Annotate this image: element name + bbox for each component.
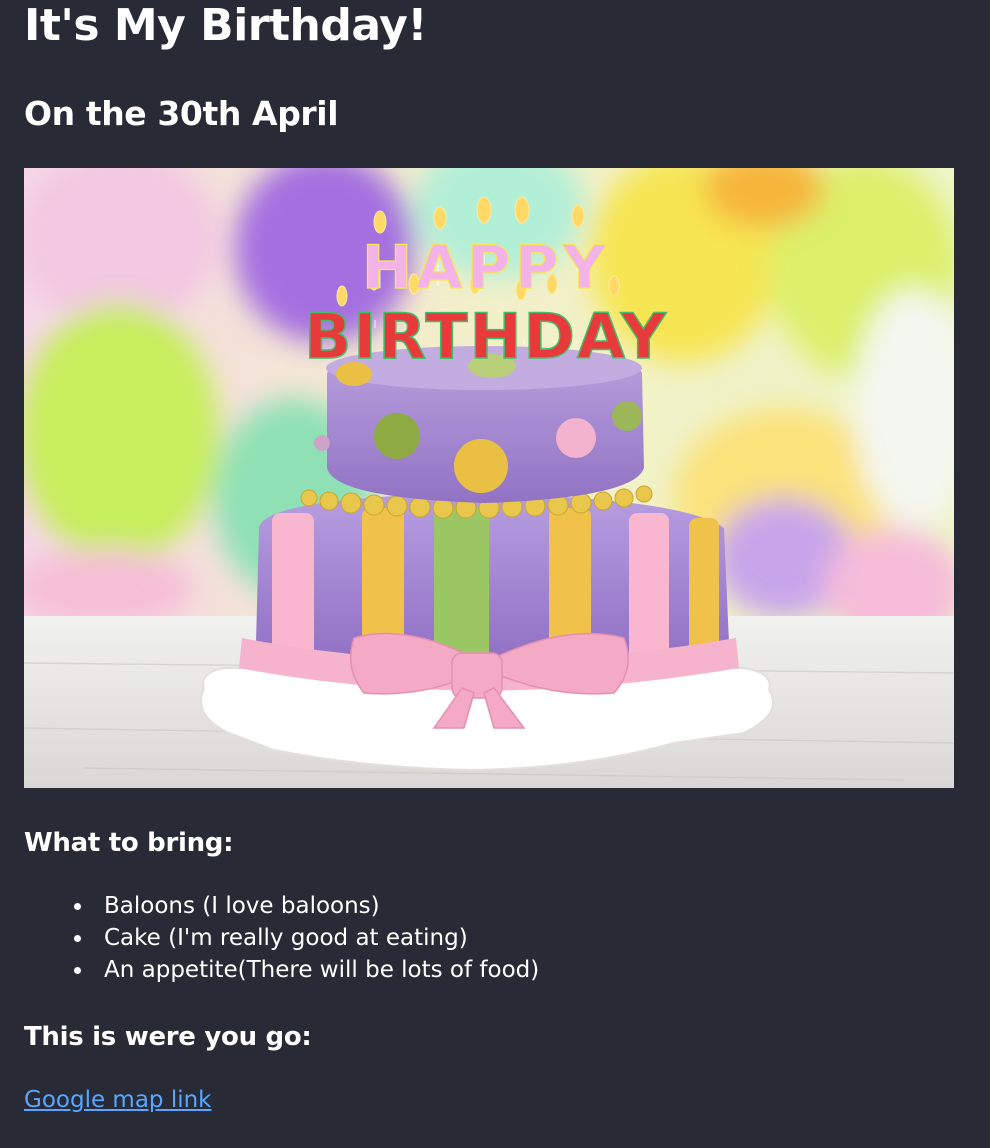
page: It's My Birthday! On the 30th April HAPP… <box>0 0 990 1148</box>
list-item: Baloons (I love baloons) <box>73 890 539 922</box>
what-to-bring-heading: What to bring: <box>24 828 234 858</box>
bring-list: Baloons (I love baloons) Cake (I'm reall… <box>24 890 539 986</box>
cake-topper-happy: HAPPY <box>362 233 610 303</box>
birthday-cake-image: HAPPY BIRTHDAY <box>24 168 954 788</box>
location-heading: This is were you go: <box>24 1022 312 1052</box>
google-map-link[interactable]: Google map link <box>24 1084 212 1116</box>
list-item: Cake (I'm really good at eating) <box>73 922 539 954</box>
page-subtitle: On the 30th April <box>24 94 339 133</box>
page-title: It's My Birthday! <box>24 0 427 51</box>
cake-topper-birthday: BIRTHDAY <box>304 300 668 373</box>
list-item: An appetite(There will be lots of food) <box>73 954 539 986</box>
